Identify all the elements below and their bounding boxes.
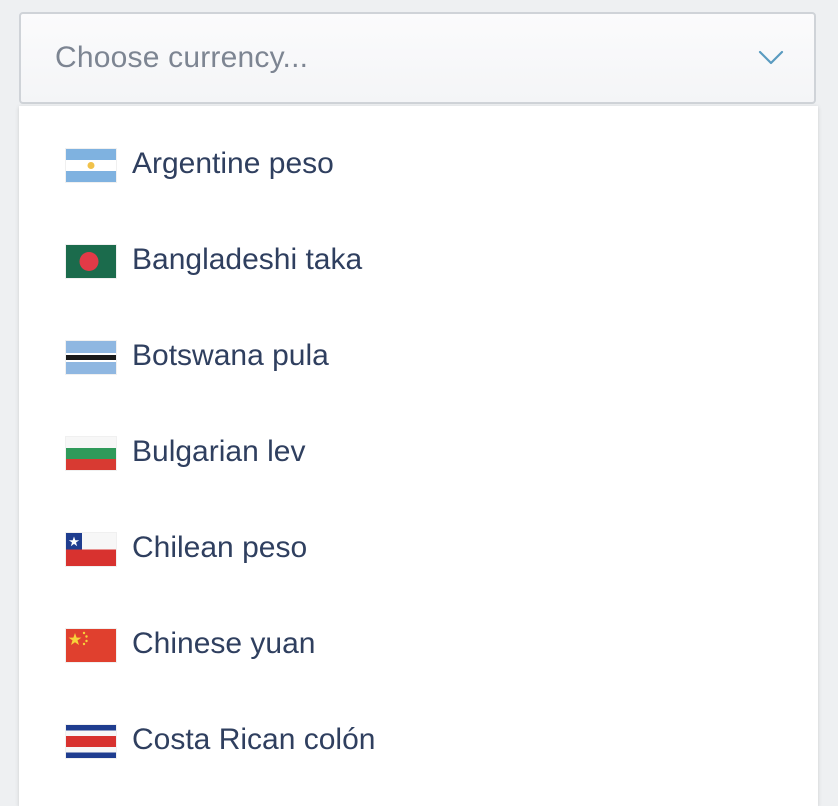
- bulgaria-flag-icon: [66, 437, 116, 470]
- option-label: Botswana pula: [132, 339, 329, 372]
- list-item-bulgarian-lev[interactable]: Bulgarian lev: [19, 406, 818, 502]
- option-label: Costa Rican colón: [132, 723, 376, 756]
- currency-select[interactable]: Choose currency...: [19, 12, 816, 104]
- china-flag-icon: [66, 629, 116, 662]
- list-item-argentine-peso[interactable]: Argentine peso: [19, 118, 818, 214]
- list-item-costa-rican-colon[interactable]: Costa Rican colón: [19, 694, 818, 790]
- chile-flag-icon: [66, 533, 116, 566]
- option-label: Chilean peso: [132, 531, 308, 564]
- costa-rica-flag-icon: [66, 725, 116, 758]
- argentina-flag-icon: [66, 149, 116, 182]
- bangladesh-flag-icon: [66, 245, 116, 278]
- option-label: Chinese yuan: [132, 627, 316, 660]
- list-item-chinese-yuan[interactable]: Chinese yuan: [19, 598, 818, 694]
- botswana-flag-icon: [66, 341, 116, 374]
- option-label: Bangladeshi taka: [132, 243, 363, 276]
- chevron-down-icon[interactable]: [758, 48, 784, 66]
- option-label: Bulgarian lev: [132, 435, 306, 468]
- list-item-chilean-peso[interactable]: Chilean peso: [19, 502, 818, 598]
- list-item-bangladeshi-taka[interactable]: Bangladeshi taka: [19, 214, 818, 310]
- option-label: Argentine peso: [132, 147, 334, 180]
- currency-select-placeholder: Choose currency...: [55, 41, 309, 74]
- currency-dropdown-list: Argentine peso Bangladeshi taka Botswana…: [19, 106, 818, 806]
- list-item-botswana-pula[interactable]: Botswana pula: [19, 310, 818, 406]
